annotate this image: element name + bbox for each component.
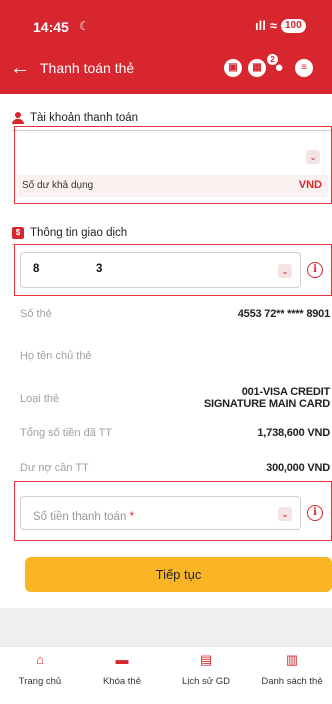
detail-label: Tổng số tiền đã TT <box>20 427 113 439</box>
page-title: Thanh toán thẻ <box>40 60 135 76</box>
status-bar: 14:45 ☾ ıll ≈ 100 <box>0 0 332 44</box>
status-time: 14:45 <box>33 19 69 35</box>
transaction-info-heading: $ Thông tin giao dịch <box>12 225 127 241</box>
payment-account-title: Tài khoản thanh toán <box>30 112 139 124</box>
amount-placeholder-text: Số tiền thanh toán <box>33 511 127 523</box>
tab-history[interactable]: ▤ Lịch sử GD <box>166 652 246 688</box>
menu-icon[interactable]: ≡ <box>295 59 313 77</box>
amount-placeholder: Số tiền thanh toán * <box>33 511 134 523</box>
back-arrow-icon[interactable]: ← <box>8 53 32 83</box>
payment-amount-field[interactable]: Số tiền thanh toán * ⌄ <box>20 496 301 530</box>
tab-card-list[interactable]: ▥ Danh sách thẻ <box>252 652 332 688</box>
tab-label: Trang chủ <box>18 676 62 687</box>
card-number-first: 8 <box>33 263 40 275</box>
bottom-tab-bar: ⌂ Trang chủ ▬ Khóa thẻ ▤ Lịch sử GD ▥ Da… <box>0 646 332 704</box>
detail-value-line2: SIGNATURE MAIN CARD <box>203 398 330 410</box>
chevron-down-icon[interactable]: ⌄ <box>278 264 292 278</box>
continue-button[interactable]: Tiếp tục <box>25 557 332 592</box>
card-scan-icon[interactable]: ▣ <box>224 59 242 77</box>
info-icon[interactable]: i <box>307 505 323 521</box>
card-number-select[interactable]: 8 3 ⌄ <box>20 252 301 288</box>
card-number-last: 3 <box>96 263 103 275</box>
chevron-down-icon[interactable]: ⌄ <box>278 507 292 521</box>
tab-label: Danh sách thẻ <box>261 676 323 687</box>
detail-label: Số thẻ <box>20 308 52 320</box>
tab-label: Khóa thẻ <box>102 676 142 687</box>
payment-account-heading: Tài khoản thanh toán <box>12 110 138 126</box>
detail-label: Họ tên chủ thẻ <box>20 350 92 362</box>
wifi-icon: ≈ <box>269 18 277 33</box>
document-icon: $ <box>12 227 24 239</box>
lock-card-icon: ▬ <box>115 652 129 667</box>
home-icon: ⌂ <box>36 652 44 667</box>
required-mark: * <box>129 511 135 523</box>
balance-label: Số dư khả dụng <box>22 180 94 191</box>
detail-label: Loại thẻ <box>20 393 60 405</box>
signal-icon: ıll <box>255 18 266 33</box>
available-balance-row: Số dư khả dụng VND <box>18 175 328 197</box>
detail-value: 4553 72** **** 8901 <box>237 308 330 320</box>
status-indicators: ıll ≈ 100 <box>255 18 306 33</box>
tab-home[interactable]: ⌂ Trang chủ <box>0 652 80 688</box>
person-icon <box>12 112 24 124</box>
card-list-icon: ▥ <box>285 652 299 667</box>
detail-label: Dư nợ cần TT <box>20 462 89 474</box>
dnd-icon: ☾ <box>79 19 90 33</box>
transaction-info-title: Thông tin giao dịch <box>30 227 128 239</box>
tab-lock-card[interactable]: ▬ Khóa thẻ <box>82 652 162 688</box>
app-header: 14:45 ☾ ıll ≈ 100 ← Thanh toán thẻ ▣ ▦ ●… <box>0 0 332 94</box>
account-select[interactable]: ⌄ <box>18 135 328 173</box>
battery-icon: 100 <box>280 18 306 33</box>
detail-value: 1,738,600 VND <box>257 427 330 439</box>
chevron-down-icon[interactable]: ⌄ <box>306 150 320 164</box>
qr-icon[interactable]: ▦ <box>248 59 266 77</box>
info-icon[interactable]: i <box>307 262 323 278</box>
tab-label: Lịch sử GD <box>181 676 231 687</box>
balance-currency: VND <box>298 179 322 191</box>
history-icon: ▤ <box>199 652 213 667</box>
detail-value: 300,000 VND <box>266 462 330 474</box>
nav-bar: ← Thanh toán thẻ ▣ ▦ ● 2 ≡ <box>0 50 332 88</box>
detail-value-line1: 001-VISA CREDIT <box>241 386 330 398</box>
notification-badge: 2 <box>267 54 278 65</box>
